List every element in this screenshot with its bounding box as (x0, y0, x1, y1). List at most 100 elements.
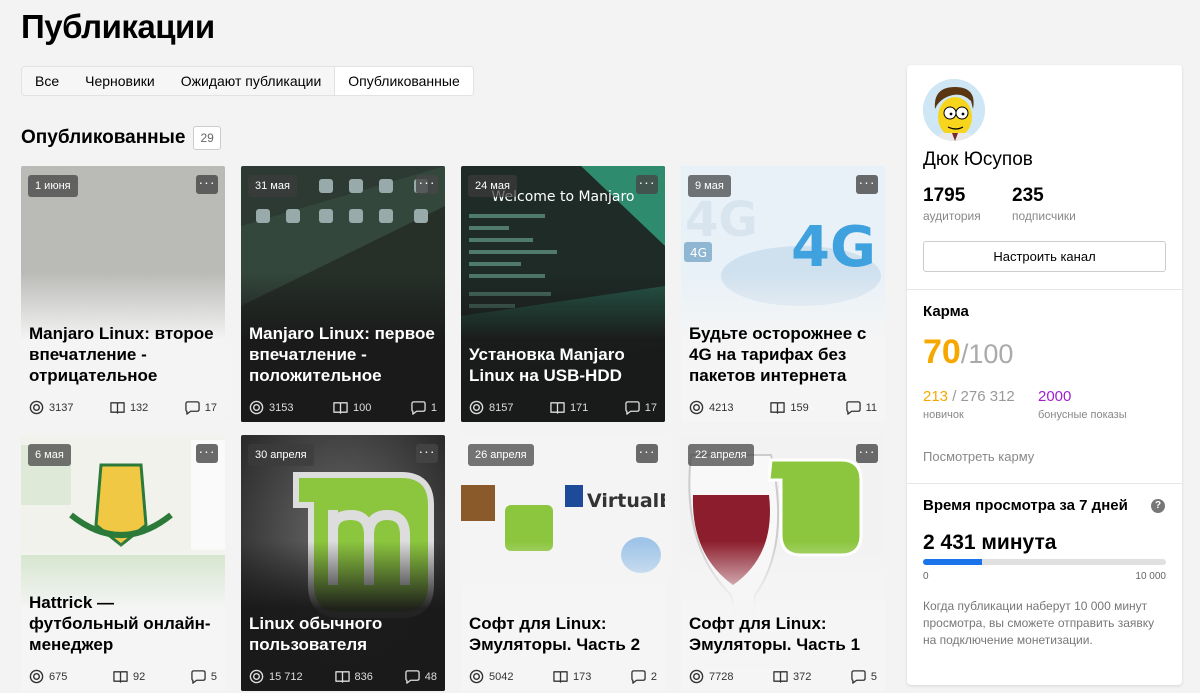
reads-stat: 173 (553, 669, 591, 684)
card-title[interactable]: Софт для Linux: Эмуляторы. Часть 2 (469, 613, 657, 655)
audience-label: аудитория (923, 209, 981, 223)
comment-icon (845, 401, 861, 415)
book-icon (770, 402, 786, 414)
comment-icon (405, 670, 420, 684)
book-icon (773, 671, 788, 683)
eye-icon (469, 669, 484, 684)
more-icon[interactable]: ··· (636, 175, 658, 194)
more-icon[interactable]: ··· (856, 175, 878, 194)
card-title[interactable]: Manjaro Linux: первое впечатление - поло… (249, 323, 437, 386)
comments-stat: 48 (405, 669, 437, 684)
card-date: 26 апреля (468, 444, 534, 466)
views-stat: 675 (29, 669, 67, 684)
comments-count: 11 (865, 401, 877, 414)
tab-pending[interactable]: Ожидают публикации (168, 67, 335, 95)
reads-stat: 372 (773, 669, 811, 684)
comments-stat: 17 (625, 400, 657, 415)
progress-fill (923, 559, 983, 565)
audience-value: 1795 (923, 185, 966, 206)
publication-card[interactable]: 6 мая ··· Hattrick — футбольный онлайн-мен… (21, 435, 225, 691)
comment-icon (631, 670, 646, 684)
divider (907, 289, 1182, 290)
view-karma-link[interactable]: Посмотреть карму (923, 449, 1034, 464)
card-title[interactable]: Софт для Linux: Эмуляторы. Часть 1 (689, 613, 877, 655)
reads-count: 132 (129, 401, 149, 414)
views-stat: 5042 (469, 669, 513, 684)
reads-count: 159 (790, 401, 809, 414)
reads-count: 92 (132, 670, 146, 683)
reads-stat: 92 (113, 669, 145, 684)
reads-stat: 171 (550, 400, 588, 415)
card-stats: 3137 132 17 (29, 400, 217, 415)
card-date: 24 мая (468, 175, 517, 197)
views-count: 3153 (269, 401, 294, 414)
subscribers-label: подписчики (1012, 209, 1076, 223)
card-title[interactable]: Будьте осторожнее с 4G на тарифах без па… (689, 323, 877, 386)
progress-max: 10 000 (1135, 571, 1166, 582)
card-title[interactable]: Linux обычного пользователя (249, 613, 437, 655)
views-stat: 7728 (689, 669, 733, 684)
publication-tabs: Все Черновики Ожидают публикации Опублик… (21, 66, 474, 96)
card-title[interactable]: Установка Manjaro Linux на USB-HDD (469, 344, 657, 386)
card-stats: 5042 173 2 (469, 669, 657, 684)
card-title[interactable]: Hattrick — футбольный онлайн-менеджер (29, 592, 217, 655)
eye-icon (29, 400, 44, 415)
karma-rank: 213 / 276 312 новичок (923, 388, 1015, 421)
karma-bonus: 2000 бонусные показы (1038, 388, 1127, 421)
views-count: 4213 (709, 401, 734, 414)
card-stats: 4213 159 11 (689, 400, 877, 415)
comment-icon (185, 401, 200, 415)
rank-value: 213 (923, 388, 949, 405)
tab-all[interactable]: Все (22, 67, 72, 95)
comments-count: 1 (430, 401, 437, 414)
bonus-label: бонусные показы (1038, 409, 1127, 421)
count-badge: 29 (193, 126, 221, 150)
publication-card[interactable]: VirtualBo 26 апреля ··· Софт для Linux: Эму… (461, 435, 665, 691)
logo-4g-ghost: 4G (685, 192, 758, 248)
tab-drafts[interactable]: Черновики (72, 67, 168, 95)
comments-count: 2 (650, 670, 657, 683)
book-icon (113, 671, 128, 683)
more-icon[interactable]: ··· (856, 444, 878, 463)
card-stats: 7728 372 5 (689, 669, 877, 684)
publication-card[interactable]: Welcome to Manjaro 24 мая ··· Установка Man… (461, 166, 665, 422)
comment-icon (851, 670, 866, 684)
publication-card[interactable]: 22 апреля ··· Софт для Linux: Эмуляторы. Ч… (681, 435, 885, 691)
card-stats: 3153 100 1 (249, 400, 437, 415)
more-icon[interactable]: ··· (196, 175, 218, 194)
reads-count: 836 (354, 670, 373, 683)
comment-icon (411, 401, 426, 415)
channel-name: Дюк Юсупов (923, 149, 1033, 170)
publication-card[interactable]: 4G 4G 4G 9 мая ··· Будьте осторожнее с 4G на … (681, 166, 885, 422)
publication-card[interactable]: 1 июня ··· Manjaro Linux: второе впечатлен… (21, 166, 225, 422)
book-icon (110, 402, 125, 414)
publication-card[interactable]: 30 апреля ··· Linux обычного пользователя 1… (241, 435, 445, 691)
views-count: 3137 (49, 401, 74, 414)
help-icon[interactable]: ? (1151, 499, 1165, 513)
audience-stat: 1795 аудитория (923, 185, 981, 223)
card-title[interactable]: Manjaro Linux: второе впечатление - отри… (29, 323, 217, 386)
card-stats: 675 92 5 (29, 669, 217, 684)
eye-icon (689, 669, 704, 684)
book-icon (334, 671, 350, 683)
more-icon[interactable]: ··· (416, 444, 438, 463)
views-stat: 4213 (689, 400, 733, 415)
tab-published[interactable]: Опубликованные (334, 67, 473, 95)
more-icon[interactable]: ··· (416, 175, 438, 194)
card-stats: 15 712 836 48 (249, 669, 437, 684)
reads-stat: 132 (110, 400, 148, 415)
reads-stat: 159 (770, 400, 809, 415)
comments-stat: 11 (845, 400, 877, 415)
card-date: 31 мая (248, 175, 297, 197)
virtualbox-logo-text: VirtualBo (587, 490, 665, 512)
more-icon[interactable]: ··· (196, 444, 218, 463)
reads-count: 173 (573, 670, 592, 683)
watch-time-value: 2 431 минута (923, 531, 1057, 554)
more-icon[interactable]: ··· (636, 444, 658, 463)
publication-card[interactable]: 31 мая ··· Manjaro Linux: первое впечатлен… (241, 166, 445, 422)
eye-icon (689, 400, 704, 415)
subscribers-value: 235 (1012, 185, 1044, 206)
configure-channel-button[interactable]: Настроить канал (923, 241, 1166, 272)
karma-score: 70 (923, 333, 961, 371)
comment-icon (625, 401, 640, 415)
